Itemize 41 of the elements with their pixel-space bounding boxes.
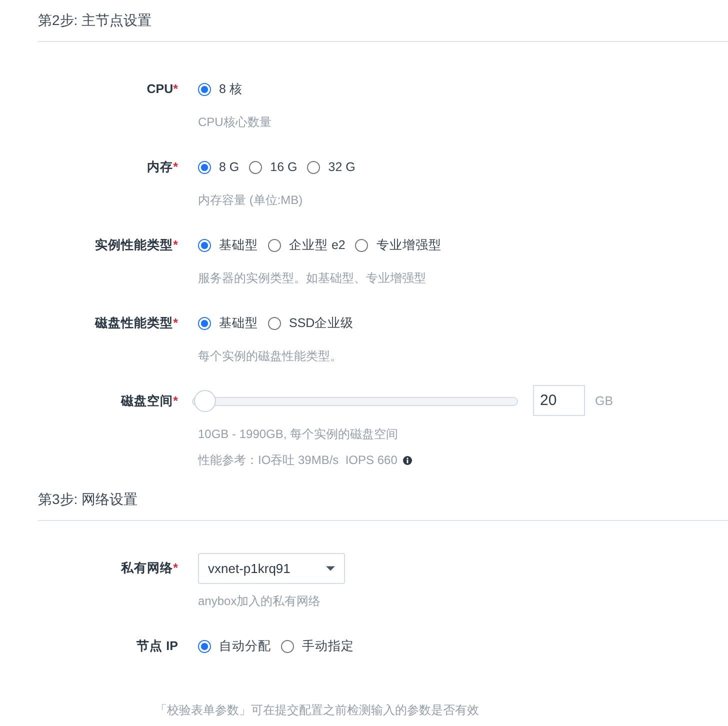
field-label: 内存 (147, 158, 174, 176)
network-select[interactable]: vxnet-p1krq91 (198, 552, 345, 584)
slider[interactable] (192, 390, 518, 412)
section-title: 第3步: 网络设置 (38, 491, 138, 507)
radio-option[interactable]: 8 核 (198, 80, 242, 98)
required-mark: * (173, 82, 178, 96)
radio-option[interactable]: SSD企业级 (268, 314, 354, 332)
radio-option[interactable]: 手动指定 (281, 638, 354, 654)
caret-icon (326, 566, 335, 570)
radio-option[interactable]: 自动分配 (198, 638, 271, 654)
hint-text: 性能参考：IO吞吐 39MB/s IOPS 660 (198, 452, 398, 468)
required-mark: * (173, 160, 178, 174)
footer-note: 「校验表单参数」可在提交配置之前检测输入的参数是否有效 (155, 703, 479, 717)
hint-text: anybox加入的私有网络 (198, 593, 321, 609)
slider-handle[interactable] (194, 390, 216, 412)
hint-text: 每个实例的磁盘性能类型。 (198, 348, 342, 364)
hint-text: 内存容量 (单位:MB) (198, 192, 303, 208)
radio-option[interactable]: 基础型 (198, 236, 258, 254)
unit-label: GB (595, 394, 614, 408)
radio-option[interactable]: 32 G (307, 160, 356, 174)
required-mark: * (173, 316, 178, 330)
radio-option[interactable]: 16 G (249, 160, 298, 174)
hint-text: CPU核心数量 (198, 114, 272, 130)
radio-option[interactable]: 企业型 e2 (268, 236, 346, 254)
hint-text: 10GB - 1990GB, 每个实例的磁盘空间 (198, 426, 398, 442)
field-label: 磁盘空间 (121, 392, 174, 410)
size-input[interactable]: 20 (533, 385, 585, 416)
radio-option[interactable]: 专业增强型 (355, 236, 442, 254)
radio-option[interactable]: 基础型 (198, 314, 258, 332)
required-mark: * (173, 238, 178, 252)
section-title: 第2步: 主节点设置 (38, 12, 152, 28)
field-label: 私有网络 (121, 560, 174, 576)
field-label: CPU (146, 82, 174, 96)
field-label: 实例性能类型 (95, 236, 174, 254)
radio-option[interactable]: 8 G (198, 160, 240, 174)
required-mark: * (173, 561, 178, 575)
field-label: 节点 IP (136, 638, 178, 654)
hint-text: 服务器的实例类型。如基础型、专业增强型 (198, 270, 426, 286)
field-label: 磁盘性能类型 (95, 314, 174, 332)
info-icon[interactable] (403, 456, 412, 464)
required-mark: * (173, 394, 178, 408)
